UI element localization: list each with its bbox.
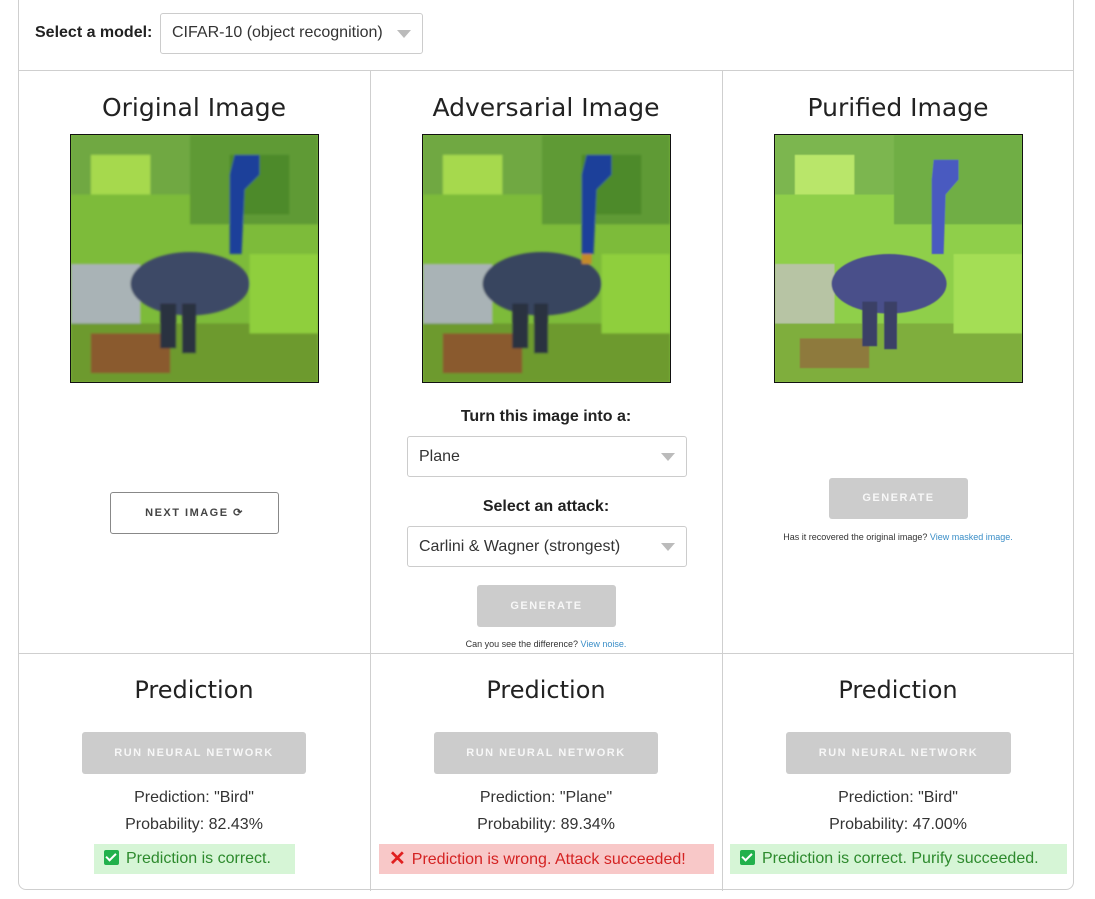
probability-value-adversarial: Probability: 89.34% xyxy=(477,816,615,833)
original-image-title: Original Image xyxy=(101,93,287,122)
chevron-down-icon xyxy=(661,543,675,551)
generate-purified-button[interactable]: GENERATE xyxy=(829,478,968,519)
attack-label: Select an attack: xyxy=(482,498,610,515)
status-badge-adversarial: ✕ Prediction is wrong. Attack succeeded! xyxy=(379,844,714,874)
prediction-title-purified: Prediction xyxy=(838,676,958,704)
purified-image-title: Purified Image xyxy=(807,93,989,122)
target-class-value: Plane xyxy=(419,448,460,465)
masked-note: Has it recovered the original image? Vie… xyxy=(722,532,1074,542)
close-icon: ✕ xyxy=(389,848,406,870)
chevron-down-icon xyxy=(397,30,411,38)
noise-note: Can you see the difference? View noise. xyxy=(370,639,722,649)
original-image xyxy=(70,134,319,383)
chevron-down-icon xyxy=(661,453,675,461)
model-select-value: CIFAR-10 (object recognition) xyxy=(172,24,383,41)
noise-note-text: Can you see the difference? xyxy=(465,639,579,649)
target-class-select[interactable]: Plane xyxy=(407,436,687,477)
view-masked-image-link[interactable]: View masked image. xyxy=(930,532,1013,542)
model-selector-row: Select a model: CIFAR-10 (object recogni… xyxy=(18,0,1074,71)
purified-image xyxy=(774,134,1023,383)
run-neural-network-button-purified[interactable]: RUN NEURAL NETWORK xyxy=(786,732,1011,774)
prediction-title-original: Prediction xyxy=(134,676,254,704)
status-badge-original: Prediction is correct. xyxy=(94,844,295,874)
model-label: Select a model: xyxy=(35,24,153,41)
adversarial-image xyxy=(422,134,671,383)
run-neural-network-button-adversarial[interactable]: RUN NEURAL NETWORK xyxy=(434,732,658,774)
attack-select[interactable]: Carlini & Wagner (strongest) xyxy=(407,526,687,567)
next-image-button[interactable]: NEXT IMAGE ⟳ xyxy=(110,492,279,534)
status-badge-purified: Prediction is correct. Purify succeeded. xyxy=(730,844,1067,874)
column-divider xyxy=(722,71,723,891)
attack-value: Carlini & Wagner (strongest) xyxy=(419,538,621,555)
probability-value-original: Probability: 82.43% xyxy=(125,816,263,833)
adversarial-image-title: Adversarial Image xyxy=(432,93,660,122)
check-icon xyxy=(104,850,119,865)
check-icon xyxy=(740,850,755,865)
column-divider xyxy=(370,71,371,891)
view-noise-link[interactable]: View noise. xyxy=(581,639,627,649)
prediction-value-purified: Prediction: "Bird" xyxy=(838,789,958,806)
status-text-original: Prediction is correct. xyxy=(126,850,271,867)
model-select[interactable]: CIFAR-10 (object recognition) xyxy=(160,13,423,54)
prediction-title-adversarial: Prediction xyxy=(486,676,606,704)
row-divider xyxy=(18,653,1074,654)
generate-adversarial-button[interactable]: GENERATE xyxy=(477,585,616,627)
prediction-value-original: Prediction: "Bird" xyxy=(134,789,254,806)
run-neural-network-button-original[interactable]: RUN NEURAL NETWORK xyxy=(82,732,306,774)
status-text-purified: Prediction is correct. Purify succeeded. xyxy=(762,850,1039,867)
prediction-value-adversarial: Prediction: "Plane" xyxy=(479,789,613,806)
status-text-adversarial: Prediction is wrong. Attack succeeded! xyxy=(411,851,686,868)
target-class-label: Turn this image into a: xyxy=(460,408,632,425)
probability-value-purified: Probability: 47.00% xyxy=(829,816,967,833)
masked-note-text: Has it recovered the original image? xyxy=(783,532,928,542)
